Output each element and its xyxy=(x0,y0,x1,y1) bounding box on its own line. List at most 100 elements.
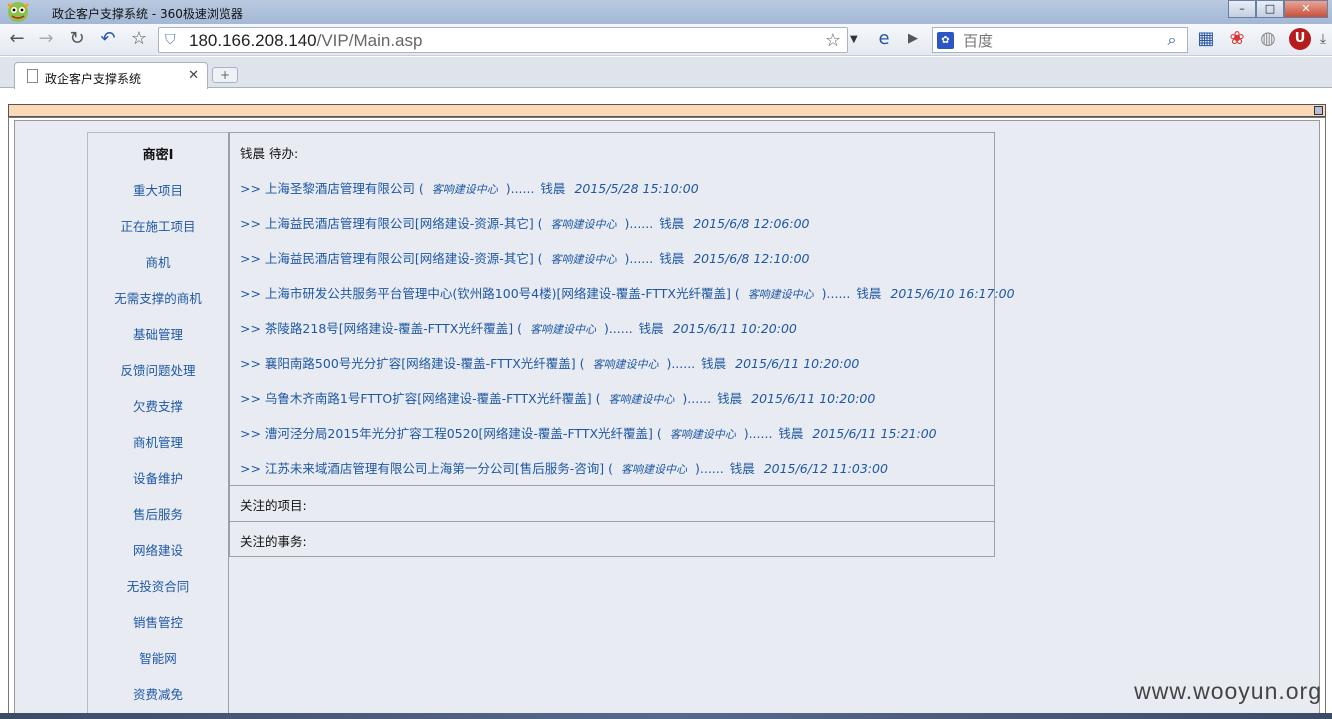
browser-toolbar: ← → ↻ ↶ ☆ ⛉ 180.166.208.140/VIP/Main.asp… xyxy=(0,24,1332,56)
task-time: 2015/6/8 12:06:00 xyxy=(693,216,810,231)
watermark: www.wooyun.org xyxy=(1134,678,1322,704)
new-tab-button[interactable]: + xyxy=(212,67,238,83)
sidebar-item[interactable]: 无需支撑的商机 xyxy=(88,288,228,307)
task-owner: 钱晨 xyxy=(778,426,804,441)
task-item[interactable]: >> 乌鲁木齐南路1号FTTO扩容[网络建设-覆盖-FTTX光纤覆盖] ( 客响… xyxy=(240,388,875,407)
task-owner: 钱晨 xyxy=(856,286,882,301)
download-icon[interactable]: ⤓ xyxy=(1314,28,1332,50)
task-time: 2015/6/11 10:20:00 xyxy=(735,356,860,371)
sidebar-item[interactable]: 销售管控 xyxy=(88,612,228,631)
minimize-button[interactable]: – xyxy=(1228,0,1256,18)
content-frame: 商密I 重大项目 正在施工项目 商机 无需支撑的商机 基础管理 反馈问题处理 欠… xyxy=(8,117,1326,719)
sidebar-item[interactable]: 反馈问题处理 xyxy=(88,360,228,379)
followed-affairs-label: 关注的事务: xyxy=(240,534,307,549)
address-bar[interactable]: ⛉ 180.166.208.140/VIP/Main.asp ☆ xyxy=(158,27,848,53)
task-dept: 客响建设中心 xyxy=(669,428,736,441)
task-item[interactable]: >> 漕河泾分局2015年光分扩容工程0520[网络建设-覆盖-FTTX光纤覆盖… xyxy=(240,423,937,442)
apps-icon[interactable]: ▦ xyxy=(1195,28,1217,50)
task-owner: 钱晨 xyxy=(659,251,685,266)
address-dropdown-icon[interactable]: ▼ xyxy=(850,34,858,45)
task-item[interactable]: >> 上海市研发公共服务平台管理中心(钦州路100号4楼)[网络建设-覆盖-FT… xyxy=(240,283,1015,302)
task-item[interactable]: >> 上海益民酒店管理有限公司[网络建设-资源-其它] ( 客响建设中心 )..… xyxy=(240,248,809,267)
task-owner: 钱晨 xyxy=(701,356,727,371)
task-item[interactable]: >> 茶陵路218号[网络建设-覆盖-FTTX光纤覆盖] ( 客响建设中心 ).… xyxy=(240,318,797,337)
shield-icon: ⛉ xyxy=(165,32,176,48)
sidebar-item[interactable]: 售后服务 xyxy=(88,504,228,523)
task-owner: 钱晨 xyxy=(638,321,664,336)
todo-heading: 钱晨 待办: xyxy=(240,146,299,161)
window-titlebar: 政企客户支撑系统 - 360极速浏览器 – □ ✕ xyxy=(0,0,1332,24)
task-dept: 客响建设中心 xyxy=(747,288,814,301)
url-path: /VIP/Main.asp xyxy=(316,31,423,50)
task-dept: 客响建设中心 xyxy=(550,218,617,231)
sidebar-item[interactable]: 正在施工项目 xyxy=(88,216,228,235)
task-dept: 客响建设中心 xyxy=(592,358,659,371)
sidebar-item[interactable]: 商机 xyxy=(88,252,228,271)
task-item[interactable]: >> 江苏未来域酒店管理有限公司上海第一分公司[售后服务-咨询] ( 客响建设中… xyxy=(240,458,888,477)
task-name[interactable]: >> 漕河泾分局2015年光分扩容工程0520[网络建设-覆盖-FTTX光纤覆盖… xyxy=(240,426,653,441)
maximize-button[interactable]: □ xyxy=(1256,0,1284,18)
search-box[interactable]: ✿ ⌕ xyxy=(932,27,1188,53)
task-owner: 钱晨 xyxy=(659,216,685,231)
header-bar xyxy=(8,104,1326,117)
globe-icon[interactable]: ◍ xyxy=(1257,28,1279,50)
task-name[interactable]: >> 江苏未来域酒店管理有限公司上海第一分公司[售后服务-咨询] xyxy=(240,461,604,476)
go-icon[interactable]: ▶ xyxy=(902,28,924,50)
bookmark-star-icon[interactable]: ☆ xyxy=(825,30,841,51)
sidebar-item[interactable]: 商机管理 xyxy=(88,432,228,451)
taskbar-edge xyxy=(0,713,1332,719)
ie-mode-icon[interactable]: e xyxy=(873,28,895,50)
task-time: 2015/6/12 11:03:00 xyxy=(763,461,888,476)
task-time: 2015/6/11 10:20:00 xyxy=(672,321,797,336)
task-name[interactable]: >> 上海市研发公共服务平台管理中心(钦州路100号4楼)[网络建设-覆盖-FT… xyxy=(240,286,731,301)
window-title: 政企客户支撑系统 - 360极速浏览器 xyxy=(52,7,243,21)
tab-close-icon[interactable]: ✕ xyxy=(188,68,199,83)
forward-icon[interactable]: → xyxy=(35,28,57,50)
followed-affairs-section: 关注的事务: xyxy=(230,521,994,557)
task-name[interactable]: >> 上海益民酒店管理有限公司[网络建设-资源-其它] xyxy=(240,216,534,231)
sidebar-item[interactable]: 网络建设 xyxy=(88,540,228,559)
back-icon[interactable]: ← xyxy=(6,28,28,50)
browser-logo-icon xyxy=(7,2,29,22)
tab-main[interactable]: 政企客户支撑系统 ✕ xyxy=(14,62,208,89)
tab-strip: 政企客户支撑系统 ✕ + xyxy=(0,57,1332,89)
tab-title: 政企客户支撑系统 xyxy=(45,72,142,86)
sidebar-item[interactable]: 智能网 xyxy=(88,648,228,667)
url-host: 180.166.208.140 xyxy=(189,31,317,50)
sidebar-item[interactable]: 重大项目 xyxy=(88,180,228,199)
sidebar-item[interactable]: 设备维护 xyxy=(88,468,228,487)
task-item[interactable]: >> 上海圣黎酒店管理有限公司 ( 客响建设中心 )...... 钱晨 2015/… xyxy=(240,178,699,197)
sidebar: 商密I 重大项目 正在施工项目 商机 无需支撑的商机 基础管理 反馈问题处理 欠… xyxy=(87,132,229,719)
task-owner: 钱晨 xyxy=(717,391,743,406)
sidebar-item[interactable]: 资费减免 xyxy=(88,684,228,703)
task-name[interactable]: >> 上海益民酒店管理有限公司[网络建设-资源-其它] xyxy=(240,251,534,266)
task-item[interactable]: >> 襄阳南路500号光分扩容[网络建设-覆盖-FTTX光纤覆盖] ( 客响建设… xyxy=(240,353,859,372)
page-icon xyxy=(27,69,38,83)
task-owner: 钱晨 xyxy=(729,461,755,476)
sidebar-item[interactable]: 无投资合同 xyxy=(88,576,228,595)
window-controls: – □ ✕ xyxy=(1228,0,1328,18)
close-window-button[interactable]: ✕ xyxy=(1284,0,1328,18)
task-name[interactable]: >> 上海圣黎酒店管理有限公司 xyxy=(240,181,415,196)
content-inner: 商密I 重大项目 正在施工项目 商机 无需支撑的商机 基础管理 反馈问题处理 欠… xyxy=(14,120,1320,719)
search-icon[interactable]: ⌕ xyxy=(1159,30,1185,50)
task-name[interactable]: >> 茶陵路218号[网络建设-覆盖-FTTX光纤覆盖] xyxy=(240,321,513,336)
task-time: 2015/6/11 10:20:00 xyxy=(751,391,876,406)
task-dept: 客响建设中心 xyxy=(550,253,617,266)
page-content: 商密I 重大项目 正在施工项目 商机 无需支撑的商机 基础管理 反馈问题处理 欠… xyxy=(0,89,1332,719)
sidebar-item[interactable]: 基础管理 xyxy=(88,324,228,343)
extension-icon[interactable]: ❀ xyxy=(1226,28,1248,50)
url-text[interactable]: 180.166.208.140/VIP/Main.asp xyxy=(189,31,422,51)
task-name[interactable]: >> 乌鲁木齐南路1号FTTO扩容[网络建设-覆盖-FTTX光纤覆盖] xyxy=(240,391,592,406)
user-icon[interactable]: U xyxy=(1289,28,1311,50)
task-owner: 钱晨 xyxy=(540,181,566,196)
favorites-star-icon[interactable]: ☆ xyxy=(128,28,150,50)
reload-icon[interactable]: ↻ xyxy=(66,28,88,50)
task-name[interactable]: >> 襄阳南路500号光分扩容[网络建设-覆盖-FTTX光纤覆盖] xyxy=(240,356,576,371)
undo-close-icon[interactable]: ↶ xyxy=(97,28,119,50)
task-dept: 客响建设中心 xyxy=(431,183,498,196)
task-item[interactable]: >> 上海益民酒店管理有限公司[网络建设-资源-其它] ( 客响建设中心 )..… xyxy=(240,213,809,232)
search-input[interactable] xyxy=(963,32,1153,50)
task-dept: 客响建设中心 xyxy=(608,393,675,406)
sidebar-item[interactable]: 欠费支撑 xyxy=(88,396,228,415)
